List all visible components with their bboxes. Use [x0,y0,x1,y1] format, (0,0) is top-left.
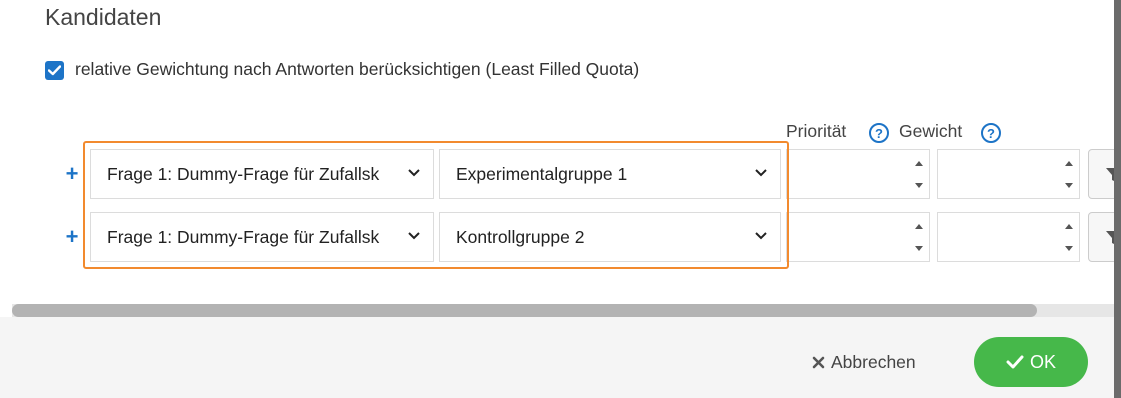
weight-spinner [1061,216,1077,258]
weight-input-2[interactable] [937,212,1080,262]
least-filled-quota-checkbox[interactable] [45,61,64,80]
spin-up-icon[interactable] [911,216,927,236]
weight-help-icon[interactable]: ? [981,123,1001,143]
checkmark-icon [48,65,61,76]
weight-spinner [1061,153,1077,195]
priority-help-icon[interactable]: ? [869,123,889,143]
spin-down-icon[interactable] [1061,175,1077,195]
help-glyph: ? [875,125,883,141]
filter-button-2[interactable] [1088,212,1114,262]
scrollbar-thumb[interactable] [12,304,1037,317]
highlight-frame [83,141,789,269]
help-glyph: ? [987,125,995,141]
least-filled-quota-label[interactable]: relative Gewichtung nach Antworten berüc… [75,59,639,80]
priority-spinner [911,153,927,195]
add-row-button-1[interactable]: + [64,163,80,185]
priority-column-header: Priorität [786,121,847,141]
horizontal-scrollbar[interactable] [12,304,1114,317]
cancel-button-label: Abbrechen [831,352,916,372]
close-icon [812,356,825,369]
filter-button-1[interactable] [1088,149,1114,199]
backdrop-strip [1114,0,1121,398]
weight-input-1[interactable] [937,149,1080,199]
priority-input-1[interactable] [786,149,930,199]
checkmark-icon [1006,355,1024,369]
ok-button[interactable]: OK [974,337,1088,387]
priority-input-2[interactable] [786,212,930,262]
add-row-button-2[interactable]: + [64,226,80,248]
spin-up-icon[interactable] [911,153,927,173]
spin-up-icon[interactable] [1061,216,1077,236]
dialog-footer: Abbrechen OK [0,317,1114,398]
ok-button-label: OK [1029,351,1056,372]
spin-down-icon[interactable] [911,238,927,258]
dialog-title: Kandidaten [45,4,162,30]
spin-down-icon[interactable] [1061,238,1077,258]
weight-column-header: Gewicht [899,121,963,141]
candidates-dialog: Kandidaten relative Gewichtung nach Antw… [0,0,1114,398]
spin-up-icon[interactable] [1061,153,1077,173]
spin-down-icon[interactable] [911,175,927,195]
filter-icon [1106,231,1114,244]
priority-spinner [911,216,927,258]
cancel-button[interactable]: Abbrechen [812,352,916,373]
filter-icon [1106,168,1114,181]
